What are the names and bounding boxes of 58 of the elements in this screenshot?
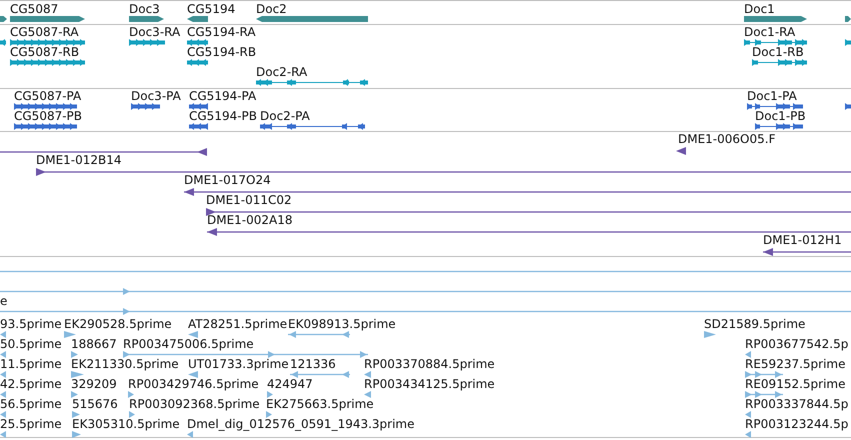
feature-label: Doc3-PA — [131, 90, 181, 103]
feature-label: Doc2 — [256, 3, 287, 16]
feature-label: DME1-012B14 — [36, 154, 122, 167]
feature-label: Dmel_dig_012576_0591_1943.3prime — [187, 418, 415, 431]
feature-label: RP003370884.5prime — [364, 358, 495, 371]
feature-label: 42.5prime — [0, 378, 62, 391]
feature-label: RP003337844.5p — [745, 398, 848, 411]
feature-label: 188667 — [71, 338, 117, 351]
feature-label: EK211330.5prime — [71, 358, 179, 371]
feature-label: 11.5prime — [0, 358, 62, 371]
feature-label: CG5087-PB — [14, 110, 82, 123]
feature-label: Doc1-RB — [752, 46, 804, 59]
feature-label: EK275663.5prime — [266, 398, 374, 411]
feature-label: 56.5prime — [0, 398, 62, 411]
feature-label: EK098913.5prime — [288, 318, 396, 331]
feature-label: Doc3-RA — [129, 26, 180, 39]
feature-label: e — [0, 295, 8, 308]
feature-label: Doc2-RA — [256, 66, 308, 79]
feature-label: CG5087 — [10, 3, 58, 16]
feature-label: Doc1-RA — [744, 26, 796, 39]
feature-label: CG5194-RA — [187, 26, 256, 39]
feature-label: 93.5prime — [0, 318, 62, 331]
feature-label: UT01733.3prime — [188, 358, 289, 371]
feature-label: CG5194 — [187, 3, 236, 16]
feature-label: 50.5prime — [0, 338, 62, 351]
feature-label: EK290528.5prime — [64, 318, 172, 331]
feature-label: RP003123244.5p — [745, 418, 848, 431]
feature-label: RE09152.5prime — [745, 378, 846, 391]
feature-label: CG5087-RB — [10, 46, 80, 59]
feature-label: CG5194-PB — [189, 110, 258, 123]
feature-label: DME1-006O05.F — [678, 133, 776, 146]
feature-label: DME1-011C02 — [206, 194, 292, 207]
feature-label: DME1-012H1 — [763, 234, 842, 247]
feature-label: CG5087-PA — [14, 90, 82, 103]
feature-label: DME1-002A18 — [207, 214, 293, 227]
feature-label: 329209 — [71, 378, 117, 391]
feature-label: 515676 — [72, 398, 118, 411]
feature-label: Doc3 — [129, 3, 160, 16]
feature-label: 424947 — [267, 378, 313, 391]
feature-label: 25.5prime — [0, 418, 62, 431]
feature-label: 121336 — [290, 358, 336, 371]
feature-label: RP003434125.5prime — [364, 378, 495, 391]
feature-label: CG5194-PA — [189, 90, 256, 103]
feature-label: SD21589.5prime — [704, 318, 806, 331]
feature-label: EK305310.5prime — [72, 418, 180, 431]
feature-label: RP003677542.5p — [745, 338, 848, 351]
feature-label: RE59237.5prime — [745, 358, 846, 371]
feature-label: RP003092368.5prime — [129, 398, 260, 411]
feature-label: Doc2-PA — [260, 110, 310, 123]
feature-label: Doc1-PB — [755, 110, 806, 123]
feature-label: RP003475006.5prime — [123, 338, 254, 351]
feature-label: Doc1-PA — [747, 90, 797, 103]
feature-label: CG5087-RA — [10, 26, 79, 39]
feature-label: RP003429746.5prime — [128, 378, 259, 391]
feature-label: AT28251.5prime — [188, 318, 288, 331]
feature-label: CG5194-RB — [187, 46, 256, 59]
feature-label: DME1-017O24 — [184, 174, 271, 187]
feature-label: Doc1 — [744, 3, 775, 16]
